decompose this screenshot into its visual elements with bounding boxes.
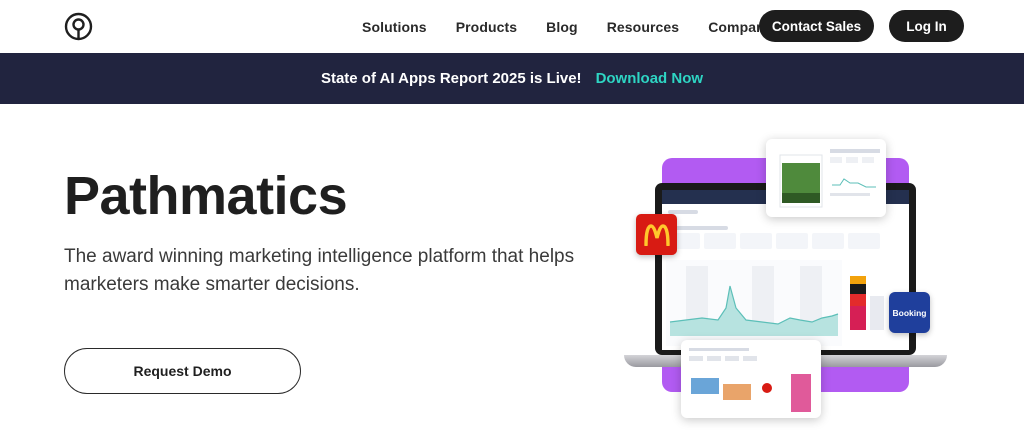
creative-gallery-card xyxy=(681,340,821,418)
banner-text: State of AI Apps Report 2025 is Live! xyxy=(320,70,582,87)
top-nav: Solutions Products Blog Resources Compan… xyxy=(0,0,1024,53)
nav-solutions[interactable]: Solutions xyxy=(362,19,427,35)
announcement-banner: State of AI Apps Report 2025 is Live! Do… xyxy=(0,53,1024,104)
metric-box xyxy=(740,233,772,249)
contact-sales-button[interactable]: Contact Sales xyxy=(759,10,874,42)
login-button[interactable]: Log In xyxy=(889,10,964,42)
request-demo-button[interactable]: Request Demo xyxy=(64,348,301,394)
spend-line-chart xyxy=(666,260,842,346)
download-now-link[interactable]: Download Now xyxy=(596,70,704,87)
pathmatics-logo-icon[interactable] xyxy=(64,12,93,41)
ad-preview-card xyxy=(766,139,886,217)
nav-links: Solutions Products Blog Resources Compan… xyxy=(362,0,802,53)
ad-preview-graphic xyxy=(779,149,880,208)
metric-box xyxy=(704,233,736,249)
nav-resources[interactable]: Resources xyxy=(607,19,680,35)
hero-subtitle: The award winning marketing intelligence… xyxy=(64,246,575,295)
nav-blog[interactable]: Blog xyxy=(546,19,578,35)
metric-box xyxy=(848,233,880,249)
nav-products[interactable]: Products xyxy=(456,19,517,35)
booking-badge: Booking xyxy=(889,292,930,333)
mcdonalds-logo-icon xyxy=(636,214,677,255)
metric-box xyxy=(776,233,808,249)
dashboard-row xyxy=(668,226,728,230)
hero-title: Pathmatics xyxy=(64,166,348,226)
creative-gallery-graphic xyxy=(689,348,811,412)
metric-box xyxy=(812,233,844,249)
spend-breakdown-bars xyxy=(850,276,884,330)
